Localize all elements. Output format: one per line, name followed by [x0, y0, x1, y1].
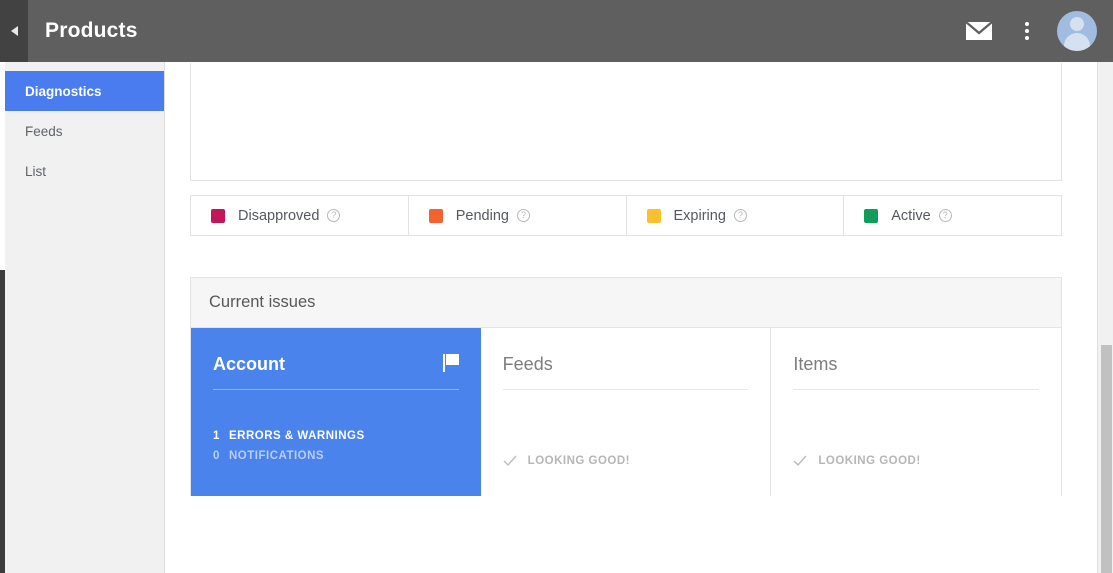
issue-card-account[interactable]: Account 1 ERRORS & WARNINGS 0 NOTIFICATI… [191, 328, 481, 496]
stat-count: 1 [213, 430, 220, 442]
issue-card-title: Feeds [502, 354, 553, 374]
stat-count: 0 [213, 450, 220, 462]
status-legend: Disapproved ? Pending ? Expiring ? Activ… [190, 195, 1062, 236]
stat-errors-warnings: 1 ERRORS & WARNINGS [213, 426, 365, 446]
avatar[interactable] [1057, 11, 1097, 51]
chart-panel [190, 63, 1062, 181]
stat-label: ERRORS & WARNINGS [229, 430, 365, 442]
legend-label: Pending [455, 207, 509, 224]
issue-card-header: Feeds [502, 354, 749, 390]
legend-swatch-expiring [646, 208, 661, 223]
mail-envelope-icon [965, 21, 993, 40]
issue-card-feeds[interactable]: Feeds LOOKING GOOD! [480, 328, 772, 496]
sidebar: Diagnostics Feeds List [5, 62, 165, 573]
issue-card-status: LOOKING GOOD! [503, 454, 630, 468]
sidebar-item-label: Diagnostics [25, 83, 102, 99]
sidebar-item-label: List [25, 163, 47, 179]
legend-item-active[interactable]: Active ? [844, 195, 1062, 236]
issue-card-header: Account [213, 354, 459, 390]
flag-icon [442, 354, 459, 372]
current-issues-title: Current issues [209, 293, 316, 311]
current-issues-header: Current issues [191, 278, 1061, 328]
check-icon [503, 455, 517, 467]
legend-swatch-disapproved [211, 208, 225, 223]
sidebar-item-label: Feeds [25, 123, 63, 139]
current-issues-panel: Current issues Account 1 ERRORS & WARNIN… [190, 277, 1062, 496]
legend-item-pending[interactable]: Pending ? [408, 195, 627, 236]
page-title: Products [45, 19, 138, 42]
status-label: LOOKING GOOD! [527, 455, 631, 467]
legend-swatch-pending [428, 208, 443, 223]
page-scrollbar-track[interactable] [1097, 62, 1113, 573]
stat-label: NOTIFICATIONS [229, 450, 325, 462]
status-label: LOOKING GOOD! [818, 455, 921, 467]
help-icon[interactable]: ? [327, 209, 341, 222]
issue-card-list: Account 1 ERRORS & WARNINGS 0 NOTIFICATI… [191, 328, 1062, 496]
sidebar-item-list[interactable]: List [5, 151, 164, 191]
user-avatar-icon [1057, 11, 1097, 51]
legend-item-expiring[interactable]: Expiring ? [626, 195, 845, 236]
back-caret-icon [10, 26, 18, 36]
issue-card-items[interactable]: Items LOOKING GOOD! [771, 328, 1062, 496]
main-content: Disapproved ? Pending ? Expiring ? Activ… [166, 62, 1113, 573]
help-icon[interactable]: ? [938, 209, 952, 222]
app-root: Products Diagnostics Feeds List Disappro… [0, 0, 1113, 573]
stat-notifications: 0 NOTIFICATIONS [213, 446, 365, 466]
legend-label: Disapproved [238, 207, 320, 224]
legend-swatch-active [864, 208, 879, 223]
issue-card-header: Items [793, 354, 1040, 390]
help-icon[interactable]: ? [733, 209, 747, 222]
more-vertical-icon [1025, 22, 1029, 40]
issue-card-stats: 1 ERRORS & WARNINGS 0 NOTIFICATIONS [213, 426, 365, 466]
page-scrollbar-thumb[interactable] [1101, 345, 1112, 573]
issue-card-status: LOOKING GOOD! [793, 454, 920, 468]
issue-card-title: Items [793, 354, 838, 374]
check-icon [793, 455, 807, 467]
legend-label: Expiring [673, 207, 726, 224]
legend-label: Active [891, 207, 931, 224]
help-icon[interactable]: ? [516, 209, 530, 222]
mail-button[interactable] [955, 7, 1003, 55]
top-app-bar: Products [0, 0, 1113, 62]
back-button[interactable] [0, 0, 28, 62]
sidebar-item-feeds[interactable]: Feeds [5, 111, 164, 151]
issue-card-title: Account [213, 354, 285, 374]
legend-item-disapproved[interactable]: Disapproved ? [190, 195, 409, 236]
topbar-actions [955, 7, 1097, 55]
sidebar-item-diagnostics[interactable]: Diagnostics [5, 71, 164, 111]
overflow-menu-button[interactable] [1003, 7, 1051, 55]
